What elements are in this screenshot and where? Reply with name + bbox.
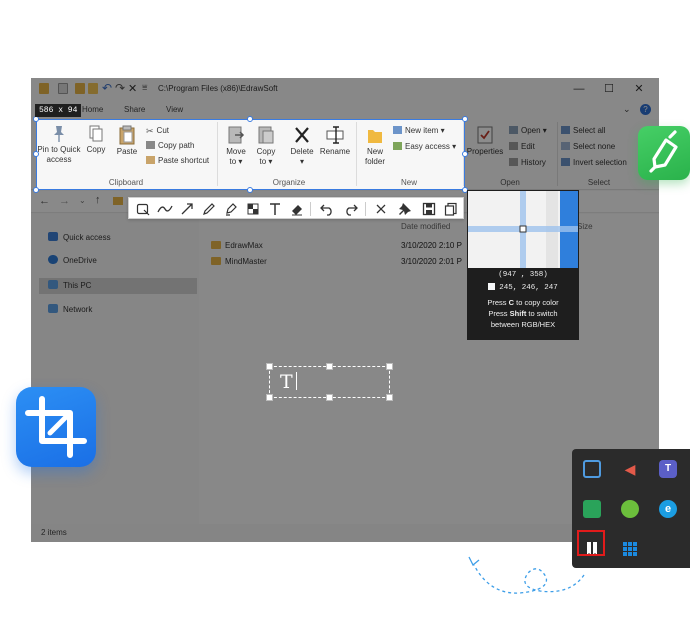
- resize-handle[interactable]: [33, 151, 39, 157]
- grid-app-icon[interactable]: [621, 540, 639, 558]
- rgb-value: 245, 246, 247: [467, 283, 579, 294]
- rectangle-tool-icon[interactable]: [135, 201, 151, 217]
- save-tool-icon[interactable]: [421, 201, 437, 217]
- teams-icon[interactable]: T: [659, 460, 677, 478]
- resize-handle[interactable]: [462, 151, 468, 157]
- highlighter-icon: [649, 130, 678, 173]
- color-magnifier: (947 , 358) 245, 246, 247 Press C to cop…: [467, 190, 579, 340]
- text-box-handle[interactable]: [386, 394, 393, 401]
- toolbar-divider: [310, 202, 311, 216]
- magnifier-info: (947 , 358) 245, 246, 247 Press C to cop…: [467, 268, 579, 330]
- magnifier-pixels: [468, 191, 578, 268]
- hint-text: Press: [488, 309, 510, 318]
- copy-color-hint: Press C to copy color: [467, 297, 579, 308]
- undo-tool-icon[interactable]: [319, 201, 335, 217]
- app-green-icon[interactable]: [583, 500, 601, 518]
- security-check-icon[interactable]: [621, 500, 639, 518]
- highlighter-app-icon: [638, 126, 690, 180]
- curve-tool-icon[interactable]: [157, 201, 173, 217]
- text-box-handle[interactable]: [266, 394, 273, 401]
- hint-key: Shift: [509, 309, 527, 318]
- mosaic-tool-icon[interactable]: [245, 201, 261, 217]
- text-annotation-content[interactable]: T: [280, 371, 298, 393]
- annotation-toolbar: [128, 197, 464, 219]
- text-box-handle[interactable]: [266, 363, 273, 370]
- resize-handle[interactable]: [247, 187, 253, 193]
- text-annotation-value: T: [280, 371, 293, 393]
- screenshot-stage: ↶ ↷ ✕ ⩸ C:\Program Files (x86)\EdrawSoft…: [0, 0, 690, 620]
- magnifier-zoom-view: [468, 191, 578, 268]
- network-settings-icon[interactable]: [583, 460, 601, 478]
- resize-handle[interactable]: [33, 187, 39, 193]
- crop-icon: [25, 396, 87, 458]
- eraser-tool-icon[interactable]: [289, 201, 305, 217]
- text-box-handle[interactable]: [386, 363, 393, 370]
- dashed-curve-arrow: [468, 556, 585, 594]
- text-cursor: [295, 372, 298, 390]
- capture-selection[interactable]: [36, 119, 465, 190]
- hint-text: to switch: [526, 309, 558, 318]
- hint-text: to copy color: [514, 298, 559, 307]
- color-swatch: [488, 283, 496, 290]
- crop-app-icon: [16, 387, 96, 467]
- cursor-coordinates: (947 , 358): [498, 271, 548, 279]
- hint-text: Press: [487, 298, 509, 307]
- rgb-text: 245, 246, 247: [499, 284, 558, 292]
- arrow-tool-icon[interactable]: [179, 201, 195, 217]
- resize-handle[interactable]: [247, 116, 253, 122]
- text-box-handle[interactable]: [326, 394, 333, 401]
- text-box-handle[interactable]: [326, 363, 333, 370]
- pencil-tool-icon[interactable]: [201, 201, 217, 217]
- redo-tool-icon[interactable]: [343, 201, 359, 217]
- resize-handle[interactable]: [462, 116, 468, 122]
- copy-tool-icon[interactable]: [443, 201, 459, 217]
- switch-format-hint: Press Shift to switch: [467, 308, 579, 319]
- pin-tool-icon[interactable]: [397, 201, 413, 217]
- toolbar-divider: [365, 202, 366, 216]
- selection-size-badge: 586 x 94: [35, 104, 82, 117]
- marker-tool-icon[interactable]: [223, 201, 239, 217]
- switch-format-hint-2: between RGB/HEX: [490, 320, 556, 329]
- edge-sync-icon[interactable]: e: [659, 500, 677, 518]
- text-tool-icon[interactable]: [267, 201, 283, 217]
- volume-muted-icon[interactable]: ◀: [621, 460, 639, 478]
- cancel-tool-icon[interactable]: [373, 201, 389, 217]
